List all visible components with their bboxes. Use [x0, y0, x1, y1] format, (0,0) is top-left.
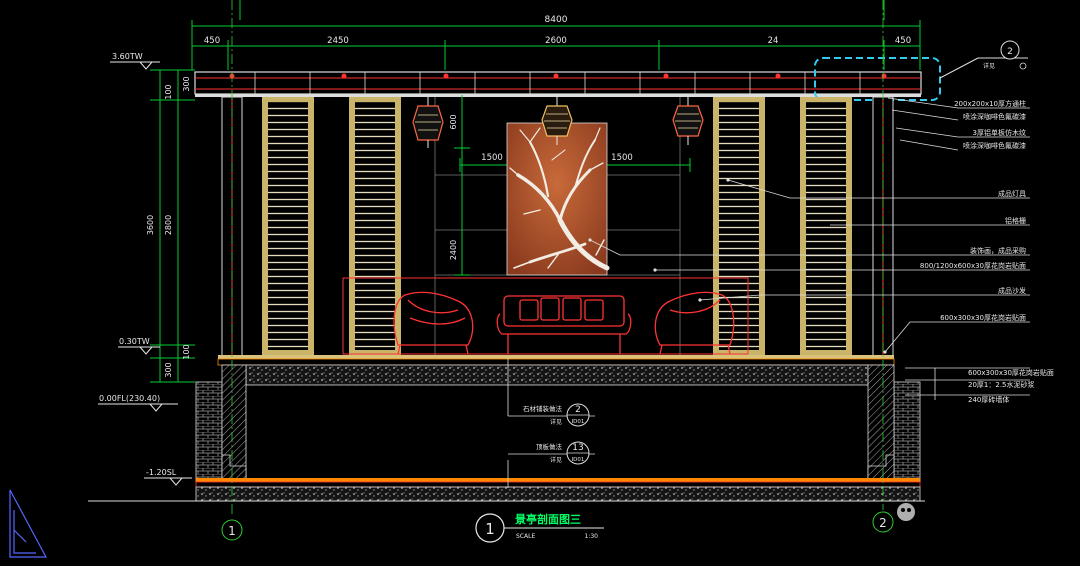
grid-axis-1-label: 1: [228, 524, 236, 538]
callout-7: 装饰画，成品采购: [970, 246, 1026, 255]
callout-12: 20厚1：2.5水泥砂浆: [968, 380, 1035, 389]
grid-axis-2-label: 2: [879, 516, 887, 530]
dim-center-left: 1500: [481, 153, 503, 163]
section-ref-2-number: 13: [572, 443, 583, 453]
scale-label: SCALE: [516, 533, 535, 540]
dim-top-1: 450: [204, 36, 220, 46]
cad-section-drawing: 8400 450 2450 2600 24 450 100 300 3600 2…: [9, 0, 1054, 558]
roof-beam: [194, 71, 922, 97]
foundation-right-wall: [867, 364, 921, 483]
dim-left-300a: 300: [182, 76, 191, 91]
section-ref-2-label: 顶板做法: [536, 442, 563, 451]
section-ref-2-sheet: ID01: [572, 457, 585, 463]
title-block: 1 景亭剖面图三 SCALE 1:30: [475, 512, 604, 543]
dim-top-4: 24: [768, 36, 779, 46]
dim-artwork-height: 2400: [449, 240, 458, 260]
callout-labels-base: 600x300x30厚花岗岩贴面 20厚1：2.5水泥砂浆 240厚砖墙体: [968, 368, 1054, 404]
dim-left-100b: 100: [182, 344, 191, 359]
callout-8: 800/1200x600x30厚花岗岩贴面: [920, 261, 1026, 270]
furniture-outline: [342, 277, 749, 355]
dim-overall: 8400: [545, 15, 568, 25]
callout-9: 成品沙发: [998, 286, 1026, 295]
section-ref-1-number: 2: [575, 405, 581, 415]
drawing-title: 景亭剖面图三: [514, 512, 581, 526]
section-ref-1-label: 石材铺装做法: [523, 404, 563, 413]
level-ground: 0.00FL(230.40): [99, 394, 160, 403]
grid-axis-1: 1: [221, 519, 243, 541]
detail-ref-sheet: 详见: [983, 62, 995, 70]
dim-top-2: 2450: [327, 36, 349, 46]
dim-top-3: 2600: [545, 36, 567, 46]
callout-13: 240厚砖墙体: [968, 395, 1009, 404]
callout-4: 喷涂深咖啡色氟碳漆: [963, 141, 1026, 150]
callout-10: 600x300x30厚花岗岩贴面: [940, 313, 1026, 322]
callout-11: 600x300x30厚花岗岩贴面: [968, 368, 1054, 377]
dim-left-2800: 2800: [164, 215, 173, 235]
watermark-logo: [897, 503, 915, 521]
detail-ref-marker: [1019, 62, 1027, 70]
callout-2: 喷涂深咖啡色氟碳漆: [963, 112, 1026, 121]
floor-slab: [217, 355, 895, 386]
louver-panel-1: [262, 97, 314, 355]
ucs-icon: [9, 489, 48, 558]
level-roof: 3.60TW: [112, 52, 143, 61]
callout-3: 3厚铝单板仿木纹: [973, 128, 1026, 137]
grid-axis-2: 2: [872, 511, 894, 533]
dim-center-right: 1500: [611, 153, 633, 163]
foundation-left-wall: [195, 364, 247, 483]
detail-reference: 2 详见: [939, 40, 1028, 79]
section-ref-2-sub: 详见: [550, 456, 562, 464]
louver-panel-4: [800, 97, 852, 355]
louver-panel-2: [349, 97, 401, 355]
scale-value: 1:30: [585, 533, 599, 540]
level-base: -1.20SL: [146, 468, 177, 477]
level-floor: 0.30TW: [119, 337, 150, 346]
callout-1: 200x200x10厚方通柱: [954, 99, 1026, 108]
top-dimension-chain: [191, 0, 921, 70]
dim-top-5: 450: [895, 36, 911, 46]
title-number: 1: [485, 520, 495, 538]
pendant-lamp-1: [412, 97, 444, 148]
section-ref-1-sub: 详见: [550, 418, 562, 426]
dim-left-3600: 3600: [146, 215, 155, 235]
tree-artwork: [506, 122, 610, 276]
foundation-base: [195, 478, 921, 502]
callout-5: 成品灯具: [998, 189, 1026, 198]
dim-left-300b: 300: [164, 362, 173, 377]
section-ref-1-sheet: ID01: [572, 419, 585, 425]
callout-labels: 200x200x10厚方通柱 喷涂深咖啡色氟碳漆 3厚铝单板仿木纹 喷涂深咖啡色…: [920, 99, 1026, 322]
dim-lamp-drop: 600: [449, 114, 458, 129]
armchair-left: [393, 291, 474, 355]
pendant-lamp-3: [672, 97, 704, 145]
dim-left-100a: 100: [164, 84, 173, 99]
detail-ref-number: 2: [1007, 47, 1013, 57]
sofa-center: [496, 295, 632, 354]
callout-6: 铝格栅: [1005, 216, 1026, 225]
louver-panel-3: [713, 97, 765, 355]
